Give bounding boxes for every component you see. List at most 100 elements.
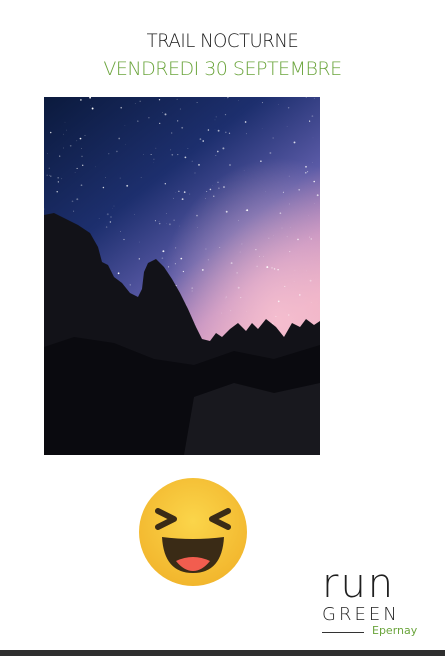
star [219, 247, 221, 248]
star [187, 148, 189, 149]
star [49, 174, 50, 176]
star [255, 249, 257, 251]
star [288, 314, 290, 316]
star [214, 119, 216, 121]
star [113, 205, 115, 207]
star [124, 125, 126, 126]
star [120, 106, 123, 109]
star [277, 300, 280, 303]
star [138, 258, 140, 260]
star [268, 237, 270, 239]
star [309, 279, 312, 282]
star [102, 186, 105, 189]
star [140, 177, 142, 178]
star [90, 105, 91, 106]
star [80, 184, 83, 187]
star [109, 221, 112, 223]
star [287, 107, 290, 109]
event-date: VENDREDI 30 SEPTEMBRE [103, 58, 342, 80]
star [134, 214, 135, 215]
star [117, 272, 120, 275]
star [225, 296, 227, 298]
star [182, 270, 185, 273]
star [66, 129, 67, 131]
star [63, 147, 64, 149]
star [171, 132, 173, 134]
star [46, 174, 48, 177]
star [298, 188, 301, 191]
star [279, 212, 282, 215]
star [177, 120, 179, 122]
star [196, 102, 198, 103]
star [76, 140, 78, 142]
star [161, 257, 164, 260]
star [189, 193, 191, 195]
bottom-bar [0, 650, 445, 656]
star [202, 140, 204, 142]
star [216, 150, 219, 153]
star [91, 107, 94, 110]
night-sky-photo [44, 97, 320, 455]
star [57, 181, 59, 183]
star [171, 153, 174, 156]
star [118, 137, 121, 140]
star [258, 256, 260, 257]
event-title: TRAIL NOCTURNE [146, 30, 299, 52]
star [191, 290, 193, 292]
star [275, 315, 277, 317]
star [168, 266, 170, 268]
star [150, 153, 152, 155]
star [294, 269, 296, 271]
star [289, 251, 291, 253]
star [191, 287, 194, 289]
star [76, 198, 79, 201]
star [126, 184, 129, 187]
star [201, 268, 204, 271]
logo-divider [322, 632, 364, 633]
star [241, 243, 243, 245]
star [205, 198, 206, 199]
star [224, 114, 227, 116]
star [81, 164, 84, 167]
star [64, 121, 66, 123]
star [84, 135, 86, 136]
star [266, 266, 269, 269]
star [213, 195, 215, 197]
star [228, 97, 230, 99]
star [153, 158, 155, 160]
star [312, 137, 314, 139]
star [50, 175, 52, 177]
logo-word-green: GREEN [322, 604, 400, 625]
star [225, 131, 227, 134]
star [217, 129, 220, 132]
star [277, 269, 279, 271]
star [273, 268, 276, 270]
star [307, 171, 309, 173]
star [238, 100, 239, 101]
star [123, 238, 125, 241]
star [105, 177, 106, 178]
star [49, 131, 52, 134]
star [221, 312, 222, 314]
star [129, 284, 131, 286]
star [76, 167, 78, 169]
star [209, 188, 212, 191]
star [228, 132, 231, 134]
star [174, 263, 176, 265]
star [272, 137, 274, 139]
star [59, 155, 61, 157]
star [212, 185, 213, 186]
star [313, 180, 315, 183]
star [290, 227, 292, 228]
star [305, 270, 307, 272]
star [178, 190, 180, 192]
star [69, 144, 72, 147]
star [217, 181, 219, 183]
star [166, 213, 167, 214]
star [261, 128, 263, 129]
star [139, 100, 141, 102]
star [199, 138, 202, 140]
logo-word-run: run [322, 561, 396, 607]
star [198, 164, 200, 166]
star [230, 262, 233, 265]
